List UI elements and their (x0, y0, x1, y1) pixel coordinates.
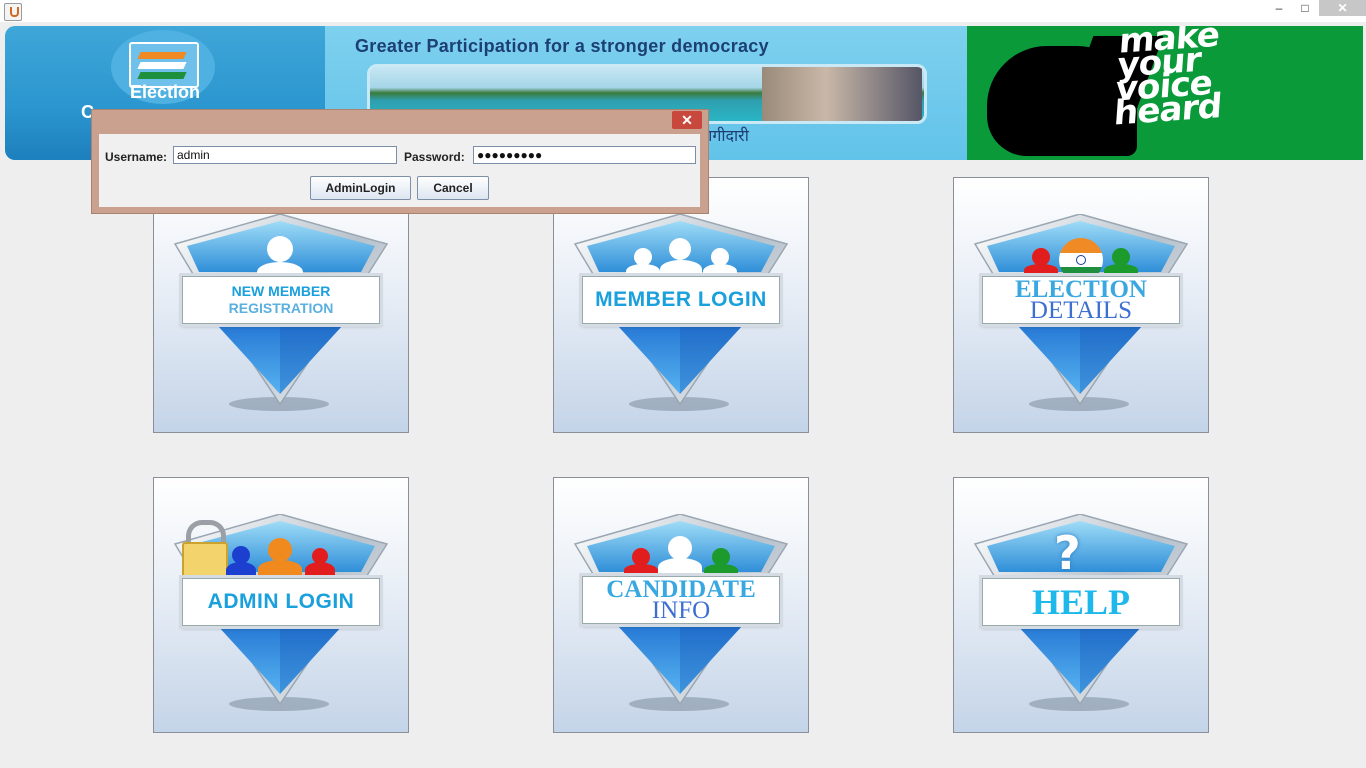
member-login-tile[interactable]: MEMBER LOGIN (553, 177, 809, 433)
tile-label: HELP (1031, 582, 1130, 622)
tile-label-line2: INFO (651, 597, 711, 624)
maximize-button[interactable]: □ (1294, 0, 1316, 16)
help-tile[interactable]: ? HELP (953, 477, 1209, 733)
admin-login-button[interactable]: AdminLogin (310, 176, 411, 200)
dialog-close-button[interactable]: ✕ (672, 111, 702, 129)
member-login-label-box: MEMBER LOGIN (582, 276, 780, 324)
password-label: Password: (404, 150, 465, 164)
voice-slogan: make your voice heard (1112, 26, 1223, 134)
window-title-bar: – □ ✕ (0, 0, 1366, 22)
election-details-tile[interactable]: ELECTION DETAILS (953, 177, 1209, 433)
election-details-label-box: ELECTION DETAILS (982, 276, 1180, 324)
tile-label-line2: REGISTRATION (228, 300, 334, 316)
candidate-info-tile[interactable]: CANDIDATE INFO (553, 477, 809, 733)
username-label: Username: (105, 150, 168, 164)
admin-login-label-box: ADMIN LOGIN (182, 578, 380, 626)
logo-title: Election (129, 82, 200, 102)
dialog-content: Username: Password: AdminLogin Cancel (99, 134, 700, 207)
tile-label-line1: NEW MEMBER (231, 283, 331, 299)
new-member-registration-tile[interactable]: NEW MEMBER REGISTRATION (153, 177, 409, 433)
make-your-voice-heard-graphic: make your voice heard (967, 26, 1363, 160)
minimize-button[interactable]: – (1268, 0, 1290, 16)
banner-slogan: Greater Participation for a stronger dem… (355, 36, 769, 56)
padlock-icon (182, 542, 228, 582)
admin-login-tile[interactable]: ADMIN LOGIN (153, 477, 409, 733)
help-label-box: HELP (982, 578, 1180, 626)
java-app-icon (4, 3, 22, 21)
question-mark-icon: ? (1054, 526, 1081, 580)
username-field[interactable] (173, 146, 397, 164)
admin-login-dialog: ✕ Username: Password: AdminLogin Cancel (91, 109, 709, 214)
password-field[interactable] (473, 146, 696, 164)
voter-photo (762, 67, 922, 121)
tile-label-line2: DETAILS (1029, 297, 1133, 324)
candidate-info-label-box: CANDIDATE INFO (582, 576, 780, 624)
close-window-button[interactable]: ✕ (1319, 0, 1366, 16)
user-icon (267, 236, 293, 262)
tile-label: ADMIN LOGIN (207, 590, 355, 613)
cancel-button[interactable]: Cancel (417, 176, 489, 200)
tile-label: MEMBER LOGIN (595, 288, 767, 311)
new-member-label-box: NEW MEMBER REGISTRATION (182, 276, 380, 324)
